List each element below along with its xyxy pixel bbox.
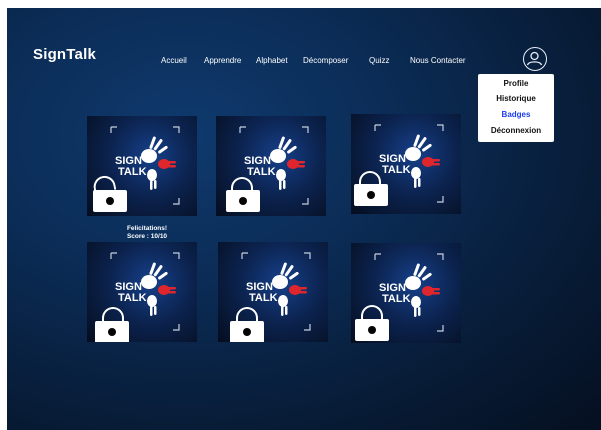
badge-logo-line2: TALK: [382, 293, 411, 305]
badge-caption-score: Score : 10/10: [126, 233, 168, 240]
locked-lock-icon: [226, 190, 260, 212]
user-icon: [526, 51, 543, 66]
badge-card-4[interactable]: SIGN TALK: [87, 242, 197, 342]
nav-alphabet[interactable]: Alphabet: [256, 56, 288, 65]
app-frame: SignTalk Accueil Apprendre Alphabet Déco…: [7, 8, 601, 430]
badge-card-1[interactable]: SIGN TALK: [87, 116, 197, 216]
locked-lock-icon: [95, 321, 129, 342]
nav-quizz[interactable]: Quizz: [369, 56, 389, 65]
badge-card-6[interactable]: SIGN TALK: [351, 243, 461, 343]
menu-item-historique[interactable]: Historique: [478, 94, 554, 103]
locked-lock-icon: [230, 321, 264, 342]
badge-logo-line2: TALK: [247, 166, 276, 178]
locked-lock-icon: [355, 319, 389, 341]
nav-accueil[interactable]: Accueil: [161, 56, 187, 65]
badge-caption: Felicitations! Score : 10/10: [107, 225, 187, 241]
nav-decomposer[interactable]: Décomposer: [303, 56, 348, 65]
nav-apprendre[interactable]: Apprendre: [204, 56, 241, 65]
badge-logo-line2: TALK: [249, 292, 278, 304]
locked-lock-icon: [354, 184, 388, 206]
unlocked-lock-icon: [93, 190, 127, 212]
badge-logo-line2: TALK: [118, 292, 147, 304]
menu-item-deconnexion[interactable]: Déconnexion: [478, 126, 554, 135]
badge-card-5[interactable]: SIGN TALK: [218, 242, 328, 342]
badge-logo-line2: TALK: [118, 166, 147, 178]
profile-dropdown-menu: Profile Historique Badges Déconnexion: [478, 74, 554, 142]
profile-button[interactable]: [523, 47, 547, 71]
badge-card-3[interactable]: SIGN TALK: [351, 114, 461, 214]
logo[interactable]: SignTalk: [33, 46, 96, 63]
badge-caption-title: Felicitations!: [126, 225, 168, 232]
badge-logo-line2: TALK: [382, 164, 411, 176]
menu-item-badges[interactable]: Badges: [478, 110, 554, 119]
menu-item-profile[interactable]: Profile: [478, 79, 554, 88]
badge-card-2[interactable]: SIGN TALK: [216, 116, 326, 216]
nav-nous-contacter[interactable]: Nous Contacter: [410, 56, 466, 65]
